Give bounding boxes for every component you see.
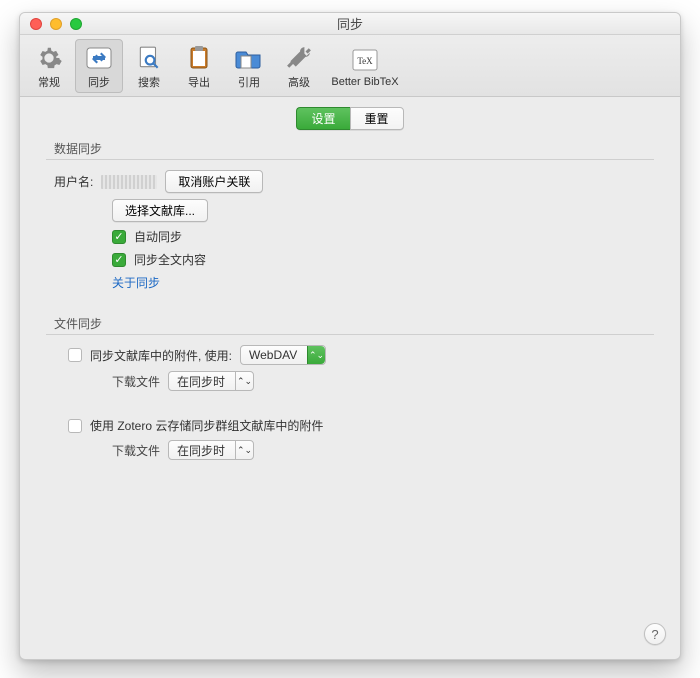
file-sync-header: 文件同步 <box>54 315 660 332</box>
about-sync-link[interactable]: 关于同步 <box>112 274 160 291</box>
toolbar-cite[interactable]: 引用 <box>225 39 273 93</box>
toolbar-general-label: 常规 <box>38 74 60 90</box>
toolbar-general[interactable]: 常规 <box>25 39 73 93</box>
toolbar-cite-label: 引用 <box>238 74 260 90</box>
toolbar-advanced[interactable]: 高级 <box>275 39 323 93</box>
tab-settings[interactable]: 设置 <box>296 107 349 130</box>
toolbar-bbt-label: Better BibTeX <box>331 76 398 88</box>
chevron-updown-icon: ⌃⌄ <box>307 346 325 364</box>
username-value-redacted <box>101 175 157 189</box>
data-sync-header: 数据同步 <box>54 140 660 157</box>
download-mode-select[interactable]: 在同步时 ⌃⌄ <box>168 371 254 391</box>
sync-icon <box>83 44 115 72</box>
sync-myfiles-label: 同步文献库中的附件, 使用: <box>90 347 232 364</box>
svg-text:TeX: TeX <box>357 56 373 66</box>
help-button[interactable]: ? <box>644 623 666 645</box>
check-icon: ✓ <box>112 230 126 244</box>
fulltext-sync-checkbox[interactable]: ✓ 同步全文内容 <box>112 251 206 268</box>
tools-icon <box>283 44 315 72</box>
chevron-updown-icon: ⌃⌄ <box>235 372 253 390</box>
minimize-icon[interactable] <box>50 18 62 30</box>
tex-icon: TeX <box>349 46 381 74</box>
divider <box>46 334 654 335</box>
sync-groups-checkbox[interactable]: 使用 Zotero 云存储同步群组文献库中的附件 <box>68 417 323 434</box>
sync-groups-label: 使用 Zotero 云存储同步群组文献库中的附件 <box>90 417 323 434</box>
close-icon[interactable] <box>30 18 42 30</box>
toolbar-export[interactable]: 导出 <box>175 39 223 93</box>
download2-mode-select[interactable]: 在同步时 ⌃⌄ <box>168 440 254 460</box>
titlebar: 同步 <box>20 13 680 35</box>
choose-libraries-button[interactable]: 选择文献库... <box>112 199 208 222</box>
divider <box>46 159 654 160</box>
auto-sync-label: 自动同步 <box>134 228 182 245</box>
toolbar-sync[interactable]: 同步 <box>75 39 123 93</box>
toolbar-sync-label: 同步 <box>88 74 110 90</box>
preferences-window: 同步 常规 同步 搜索 导出 <box>19 12 681 660</box>
segmented-control: 设置 重置 <box>296 107 403 130</box>
download2-label: 下载文件 <box>112 442 160 459</box>
window-title: 同步 <box>20 14 680 33</box>
toolbar-export-label: 导出 <box>188 74 210 90</box>
checkbox-icon <box>68 348 82 362</box>
download-label: 下载文件 <box>112 373 160 390</box>
toolbar-search[interactable]: 搜索 <box>125 39 173 93</box>
zoom-icon[interactable] <box>70 18 82 30</box>
toolbar-search-label: 搜索 <box>138 74 160 90</box>
download2-mode-selected: 在同步时 <box>177 442 225 459</box>
folder-icon <box>233 44 265 72</box>
chevron-updown-icon: ⌃⌄ <box>235 441 253 459</box>
sync-myfiles-checkbox[interactable]: 同步文献库中的附件, 使用: <box>68 347 232 364</box>
search-icon <box>133 44 165 72</box>
gear-icon <box>33 44 65 72</box>
help-label: ? <box>651 627 658 642</box>
checkbox-icon <box>68 419 82 433</box>
toolbar: 常规 同步 搜索 导出 引用 <box>20 35 680 97</box>
unlink-account-button[interactable]: 取消账户关联 <box>165 170 263 193</box>
content: 设置 重置 数据同步 用户名: 取消账户关联 选择文献库... ✓ 自动同步 ✓… <box>20 97 680 659</box>
fulltext-sync-label: 同步全文内容 <box>134 251 206 268</box>
clipboard-icon <box>183 44 215 72</box>
window-controls <box>20 18 82 30</box>
check-icon: ✓ <box>112 253 126 267</box>
sync-method-select[interactable]: WebDAV ⌃⌄ <box>240 345 326 365</box>
toolbar-advanced-label: 高级 <box>288 74 310 90</box>
download-mode-selected: 在同步时 <box>177 373 225 390</box>
username-label: 用户名: <box>54 173 93 190</box>
auto-sync-checkbox[interactable]: ✓ 自动同步 <box>112 228 182 245</box>
tab-reset[interactable]: 重置 <box>350 107 404 130</box>
toolbar-better-bibtex[interactable]: TeX Better BibTeX <box>325 39 405 93</box>
sync-method-selected: WebDAV <box>249 348 297 362</box>
